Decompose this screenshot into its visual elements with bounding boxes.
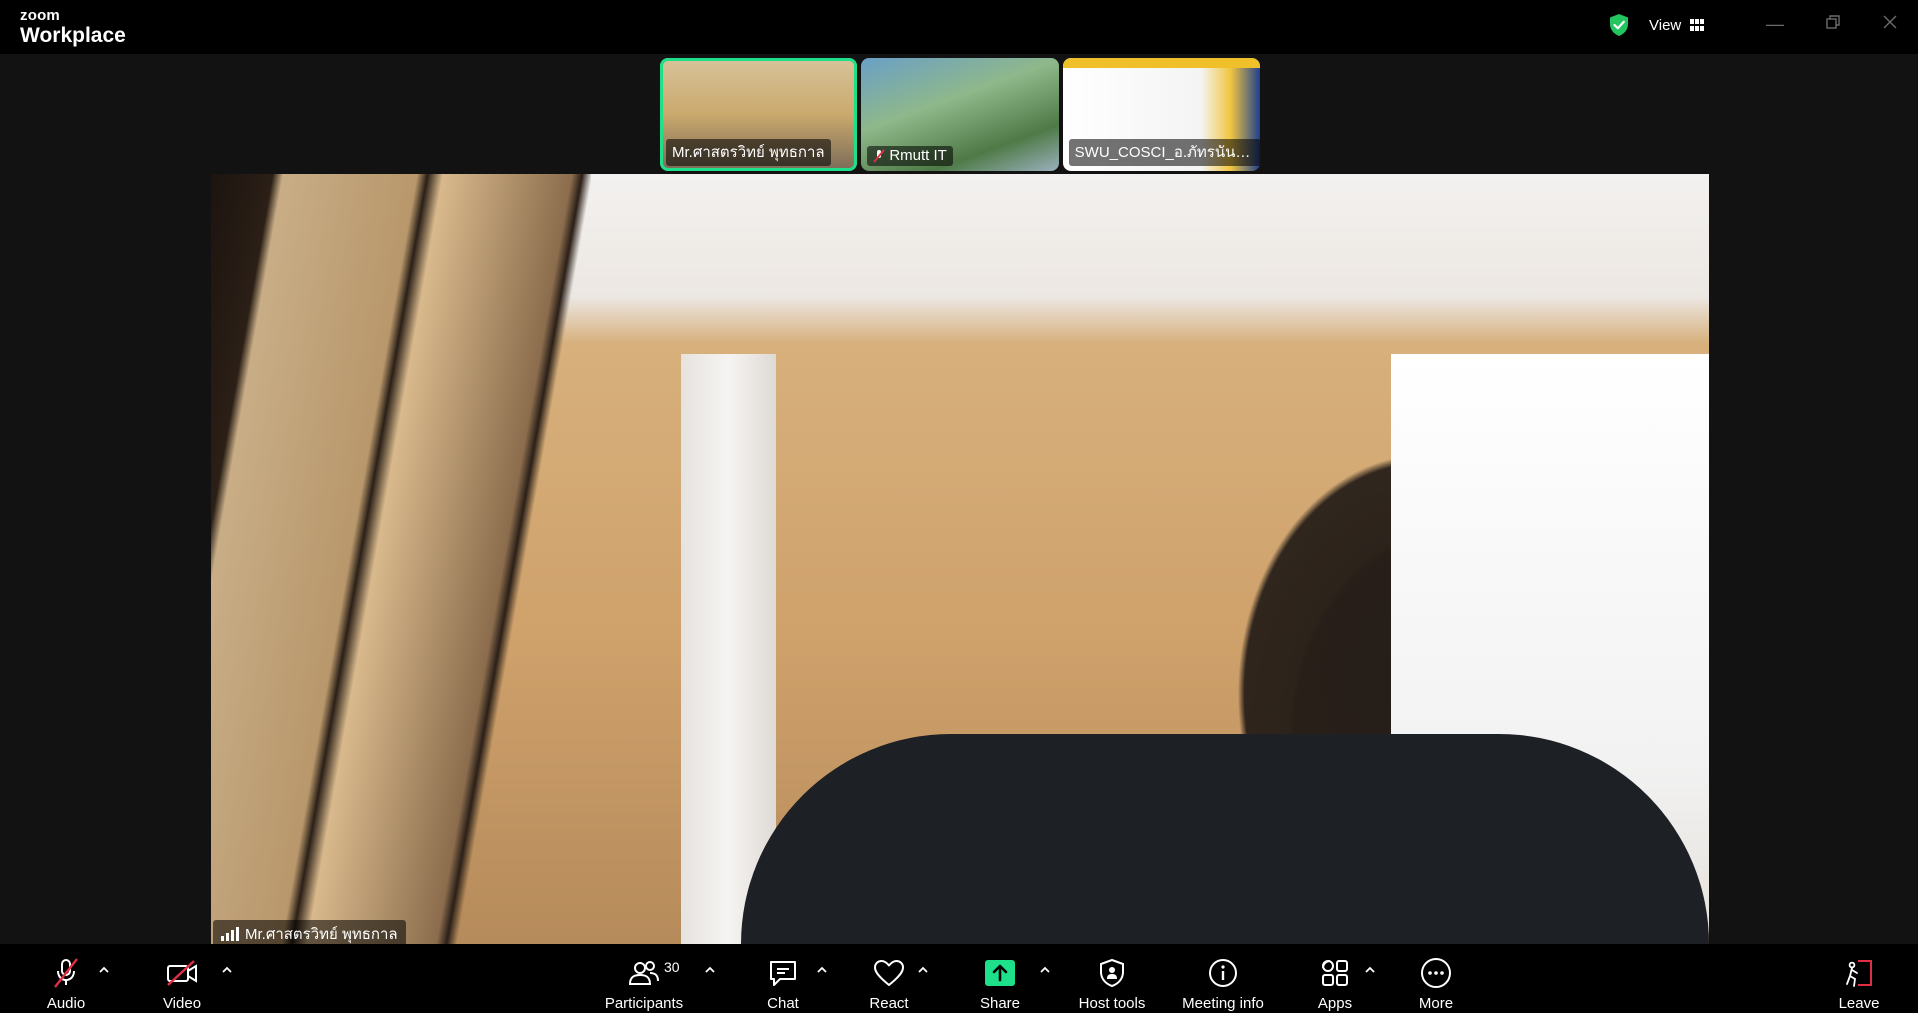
ellipsis-icon [1421, 958, 1451, 988]
participant-name: Mr.ศาสตรวิทย์ พุทธกาล [666, 139, 831, 166]
meeting-toolbar: Audio Video Participants 30 Chat React S… [0, 944, 1918, 1013]
video-label: Video [162, 995, 202, 1012]
video-button[interactable]: Video [160, 944, 204, 1013]
brand-big: Workplace [20, 24, 126, 47]
participant-name-wrap: Rmutt IT [867, 146, 953, 166]
participant-thumbnail[interactable]: Mr.ศาสตรวิทย์ พุทธกาล [660, 58, 858, 171]
react-button[interactable]: React [867, 944, 911, 1013]
encryption-shield-icon[interactable] [1607, 13, 1631, 37]
more-label: More [1418, 995, 1454, 1012]
active-speaker-video[interactable] [211, 174, 1709, 944]
participant-name: SWU_COSCI_อ.ภัทรนันท์ ไว... [1068, 139, 1260, 166]
react-label: React [869, 995, 909, 1012]
meeting-info-button[interactable]: Meeting info [1176, 944, 1270, 1013]
app-logo: zoom Workplace [20, 8, 126, 46]
chevron-up-icon[interactable] [97, 963, 111, 977]
shield-icon [1100, 958, 1124, 988]
active-speaker-name: Mr.ศาสตรวิทย์ พุทธกาล [245, 926, 398, 943]
info-icon [1209, 959, 1237, 987]
signal-strength-icon [221, 927, 239, 941]
share-button[interactable]: Share [978, 944, 1022, 1013]
audio-button[interactable]: Audio [44, 944, 88, 1013]
video-background-door [211, 174, 591, 944]
muted-mic-icon [873, 148, 886, 163]
apps-icon [1322, 960, 1348, 986]
video-speaker-body [741, 734, 1709, 944]
chevron-up-icon[interactable] [703, 963, 717, 977]
chevron-up-icon[interactable] [815, 963, 829, 977]
chevron-up-icon[interactable] [220, 963, 234, 977]
participant-thumbnail[interactable]: SWU_COSCI_อ.ภัทรนันท์ ไว... [1062, 58, 1260, 171]
minimize-icon[interactable]: — [1761, 12, 1789, 36]
participant-thumbnail[interactable]: Rmutt IT [861, 58, 1059, 171]
participant-thumbnail-strip: Mr.ศาสตรวิทย์ พุทธกาล Rmutt IT SWU_COSCI… [660, 58, 1260, 171]
chat-button[interactable]: Chat [763, 944, 803, 1013]
host-tools-button[interactable]: Host tools [1072, 944, 1152, 1013]
leave-door-icon [1846, 960, 1872, 987]
leave-button[interactable]: Leave [1834, 944, 1884, 1013]
apps-label: Apps [1317, 995, 1353, 1012]
chevron-up-icon[interactable] [916, 963, 930, 977]
audio-label: Audio [46, 995, 86, 1012]
leave-label: Leave [1838, 995, 1880, 1012]
participants-button[interactable]: Participants [600, 944, 688, 1013]
meeting-info-label: Meeting info [1182, 995, 1264, 1012]
chat-bubble-icon [770, 961, 796, 986]
chevron-up-icon[interactable] [1038, 963, 1052, 977]
people-icon [628, 961, 659, 985]
title-bar: zoom Workplace View — [0, 0, 1918, 54]
share-arrow-icon [985, 960, 1015, 986]
participants-label: Participants [604, 995, 684, 1012]
grid-icon [1690, 19, 1705, 31]
participant-name: Rmutt IT [889, 147, 947, 164]
host-tools-label: Host tools [1078, 995, 1146, 1012]
share-label: Share [979, 995, 1021, 1012]
apps-button[interactable]: Apps [1313, 944, 1357, 1013]
more-button[interactable]: More [1414, 944, 1458, 1013]
brand-small: zoom [20, 7, 60, 24]
restore-icon[interactable] [1819, 12, 1847, 36]
microphone-muted-icon [54, 958, 78, 988]
heart-icon [874, 960, 904, 986]
view-label: View [1649, 16, 1682, 34]
chat-label: Chat [767, 995, 799, 1012]
close-icon[interactable] [1876, 12, 1904, 36]
participants-count: 30 [664, 959, 680, 975]
view-button[interactable]: View [1649, 13, 1705, 37]
camera-off-icon [167, 960, 197, 986]
chevron-up-icon[interactable] [1363, 963, 1377, 977]
